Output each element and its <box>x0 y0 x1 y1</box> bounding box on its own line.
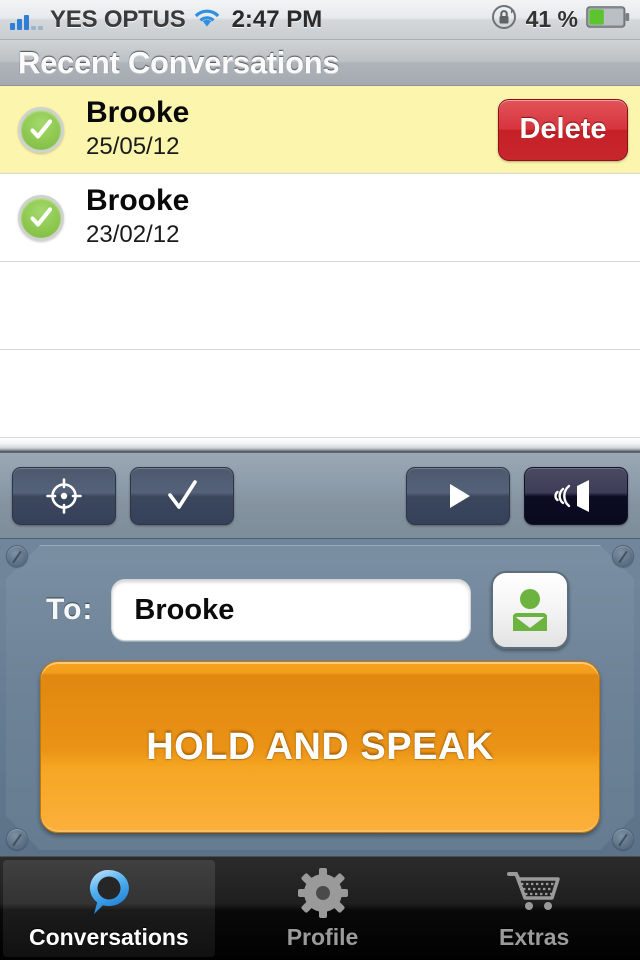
list-item-name: Brooke <box>86 184 190 218</box>
screw-icon <box>6 545 28 567</box>
tab-profile-label: Profile <box>286 924 359 950</box>
list-item-text: Brooke 23/02/12 <box>86 185 189 250</box>
screw-icon <box>6 828 28 850</box>
to-label: To: <box>46 593 94 626</box>
list-item-date: 23/02/12 <box>86 220 180 248</box>
contact-person-icon <box>507 586 553 634</box>
navigation-bar: Recent Conversations <box>0 40 640 86</box>
status-bar: YES OPTUS 2:47 PM 41 % <box>0 0 640 40</box>
hold-and-speak-label: HOLD AND SPEAK <box>146 725 494 768</box>
page-title: Recent Conversations <box>18 44 340 80</box>
battery-icon <box>586 6 630 33</box>
status-bar-center: 2:47 PM <box>192 6 490 34</box>
tab-extras[interactable]: Extras <box>428 857 640 960</box>
recipient-input[interactable]: Brooke <box>111 579 472 641</box>
list-item[interactable]: Brooke 25/05/12 Delete <box>0 86 640 174</box>
recipient-row: To: Brooke <box>0 571 640 649</box>
app-screen: YES OPTUS 2:47 PM 41 % Recent Conversati… <box>0 0 640 960</box>
battery-percent-label: 41 % <box>525 6 578 32</box>
status-bar-right: 41 % <box>490 3 630 36</box>
tab-extras-label: Extras <box>499 924 570 950</box>
compose-panel: To: Brooke HOLD AND SPEAK <box>0 538 640 856</box>
list-item-empty <box>0 350 640 438</box>
gear-icon <box>297 866 349 920</box>
list-item-empty <box>0 262 640 350</box>
delete-button[interactable]: Delete <box>498 98 628 161</box>
status-bar-left: YES OPTUS <box>10 6 186 34</box>
tab-conversations[interactable]: Conversations <box>3 860 215 957</box>
list-item-name: Brooke <box>86 96 190 130</box>
carrier-name: YES OPTUS <box>50 5 186 33</box>
screw-icon <box>612 545 634 567</box>
contact-picker-button[interactable] <box>491 571 570 649</box>
check-circle-icon <box>18 106 64 153</box>
play-icon <box>440 478 476 514</box>
delete-button-label: Delete <box>519 113 607 145</box>
cellular-signal-icon <box>10 10 43 30</box>
select-button[interactable] <box>130 466 234 525</box>
tab-profile[interactable]: Profile <box>217 857 429 960</box>
tab-bar: Conversations Profile Extras <box>0 856 640 960</box>
locate-button[interactable] <box>12 466 116 525</box>
rotation-lock-icon <box>490 3 518 36</box>
screw-icon <box>612 828 634 850</box>
status-bar-clock: 2:47 PM <box>231 5 323 33</box>
list-item-date: 25/05/12 <box>86 132 180 160</box>
media-toolbar <box>0 452 640 538</box>
tab-conversations-label: Conversations <box>28 924 189 950</box>
check-circle-icon <box>18 194 64 241</box>
list-item[interactable]: Brooke 23/02/12 <box>0 174 640 262</box>
checkmark-icon <box>164 478 200 514</box>
speaker-broadcast-icon <box>549 478 603 514</box>
conversation-list[interactable]: Brooke 25/05/12 Delete Brooke 23/02/12 <box>0 86 640 438</box>
recipient-input-value: Brooke <box>134 593 235 626</box>
speech-bubble-icon <box>83 866 135 920</box>
hold-and-speak-button[interactable]: HOLD AND SPEAK <box>40 661 600 833</box>
shopping-cart-icon <box>506 866 562 920</box>
toolbar-divider <box>0 438 640 452</box>
list-item-text: Brooke 25/05/12 <box>86 97 189 162</box>
play-button[interactable] <box>406 466 510 525</box>
wifi-icon <box>192 6 222 33</box>
crosshair-target-icon <box>45 477 83 515</box>
speaker-button[interactable] <box>524 466 628 525</box>
